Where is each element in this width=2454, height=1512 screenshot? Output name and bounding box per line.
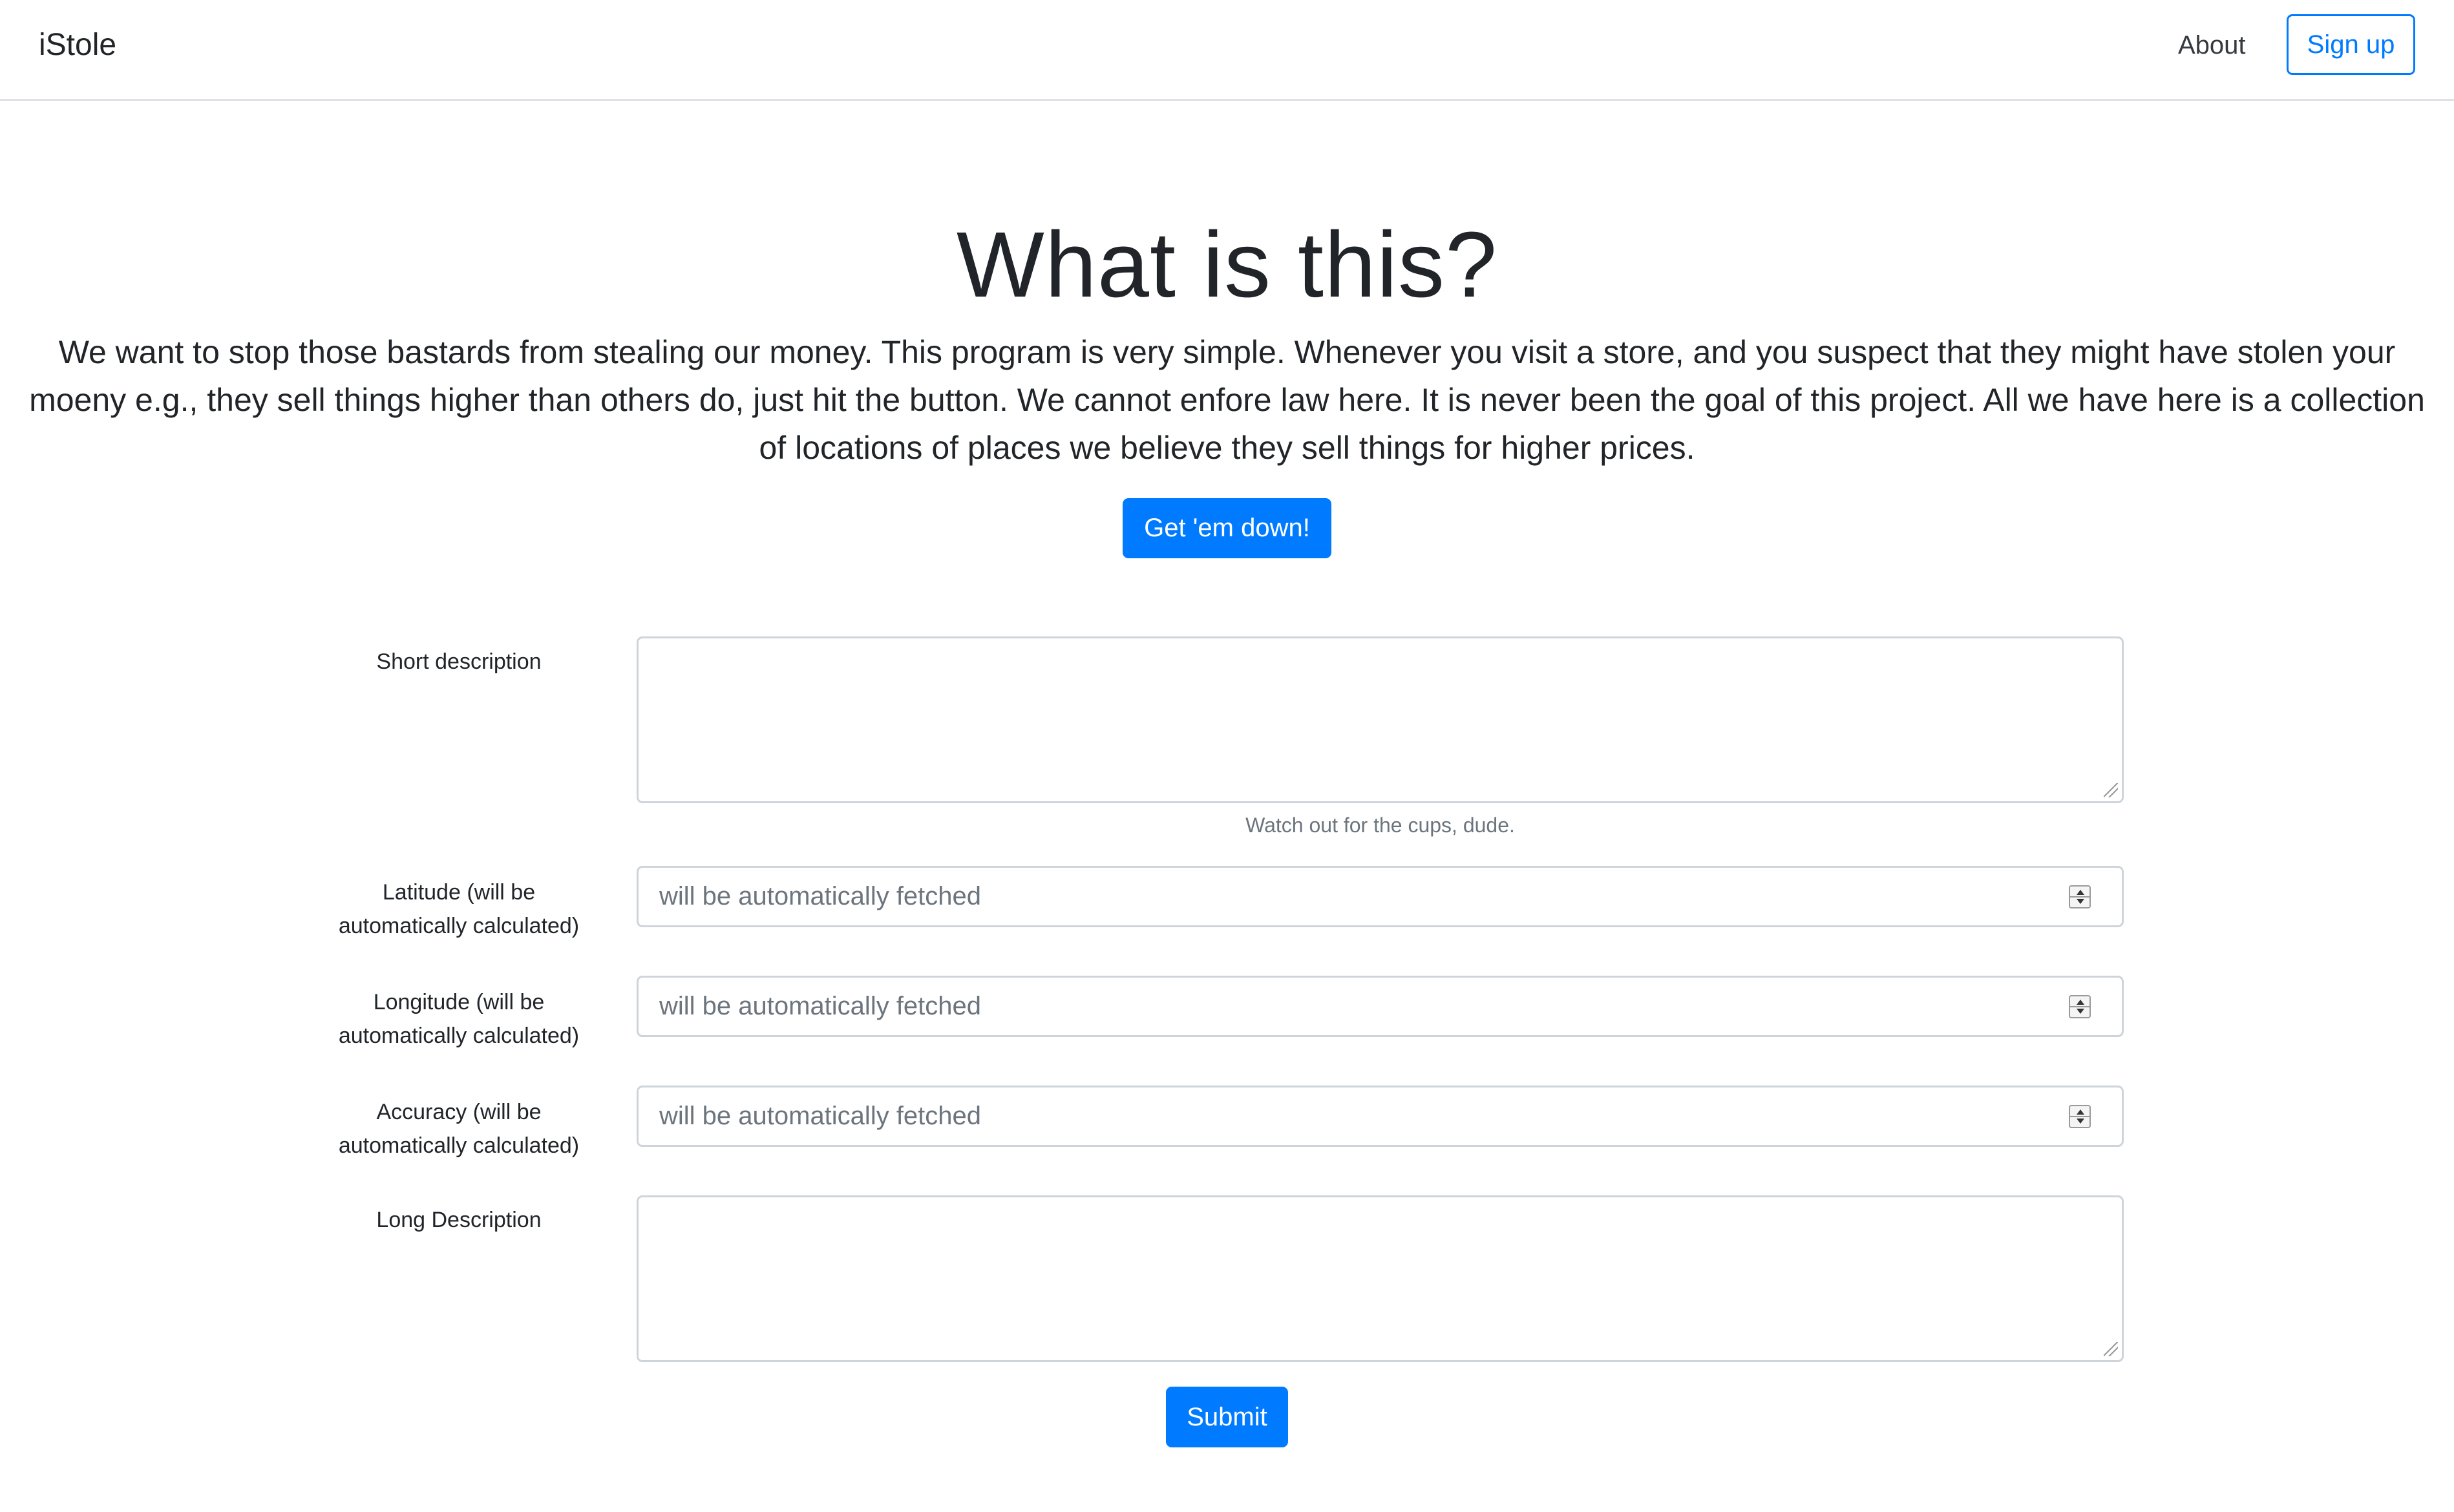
number-spinner-icon[interactable] <box>2069 995 2091 1018</box>
nav-link-about[interactable]: About <box>2178 27 2246 63</box>
number-spinner-icon[interactable] <box>2069 1105 2091 1128</box>
longitude-label: Longitude (will be automatically calcula… <box>338 990 580 1048</box>
navbar: iStole About Sign up <box>0 0 2454 101</box>
longitude-placeholder: will be automatically fetched <box>659 992 982 1020</box>
number-spinner-icon[interactable] <box>2069 885 2091 908</box>
resize-handle-icon[interactable] <box>2104 1342 2118 1356</box>
short-description-label: Short description <box>376 649 542 674</box>
accuracy-label: Accuracy (will be automatically calculat… <box>338 1100 580 1158</box>
long-description-label: Long Description <box>376 1208 542 1232</box>
latitude-input[interactable]: will be automatically fetched <box>637 866 2124 927</box>
latitude-placeholder: will be automatically fetched <box>659 882 982 910</box>
short-description-help: Watch out for the cups, dude. <box>1245 814 1515 837</box>
long-description-textarea[interactable] <box>637 1195 2124 1362</box>
get-em-down-button[interactable]: Get 'em down! <box>1123 498 1331 558</box>
brand-logo[interactable]: iStole <box>39 25 116 66</box>
resize-handle-icon[interactable] <box>2104 783 2118 797</box>
page-title: What is this? <box>956 213 1498 317</box>
longitude-input[interactable]: will be automatically fetched <box>637 976 2124 1037</box>
latitude-label: Latitude (will be automatically calculat… <box>338 880 580 938</box>
signup-button[interactable]: Sign up <box>2287 14 2415 75</box>
accuracy-input[interactable]: will be automatically fetched <box>637 1086 2124 1147</box>
hero-description: We want to stop those bastards from stea… <box>29 334 2425 466</box>
accuracy-placeholder: will be automatically fetched <box>659 1102 982 1130</box>
submit-button[interactable]: Submit <box>1166 1387 1288 1447</box>
short-description-textarea[interactable] <box>637 636 2124 803</box>
